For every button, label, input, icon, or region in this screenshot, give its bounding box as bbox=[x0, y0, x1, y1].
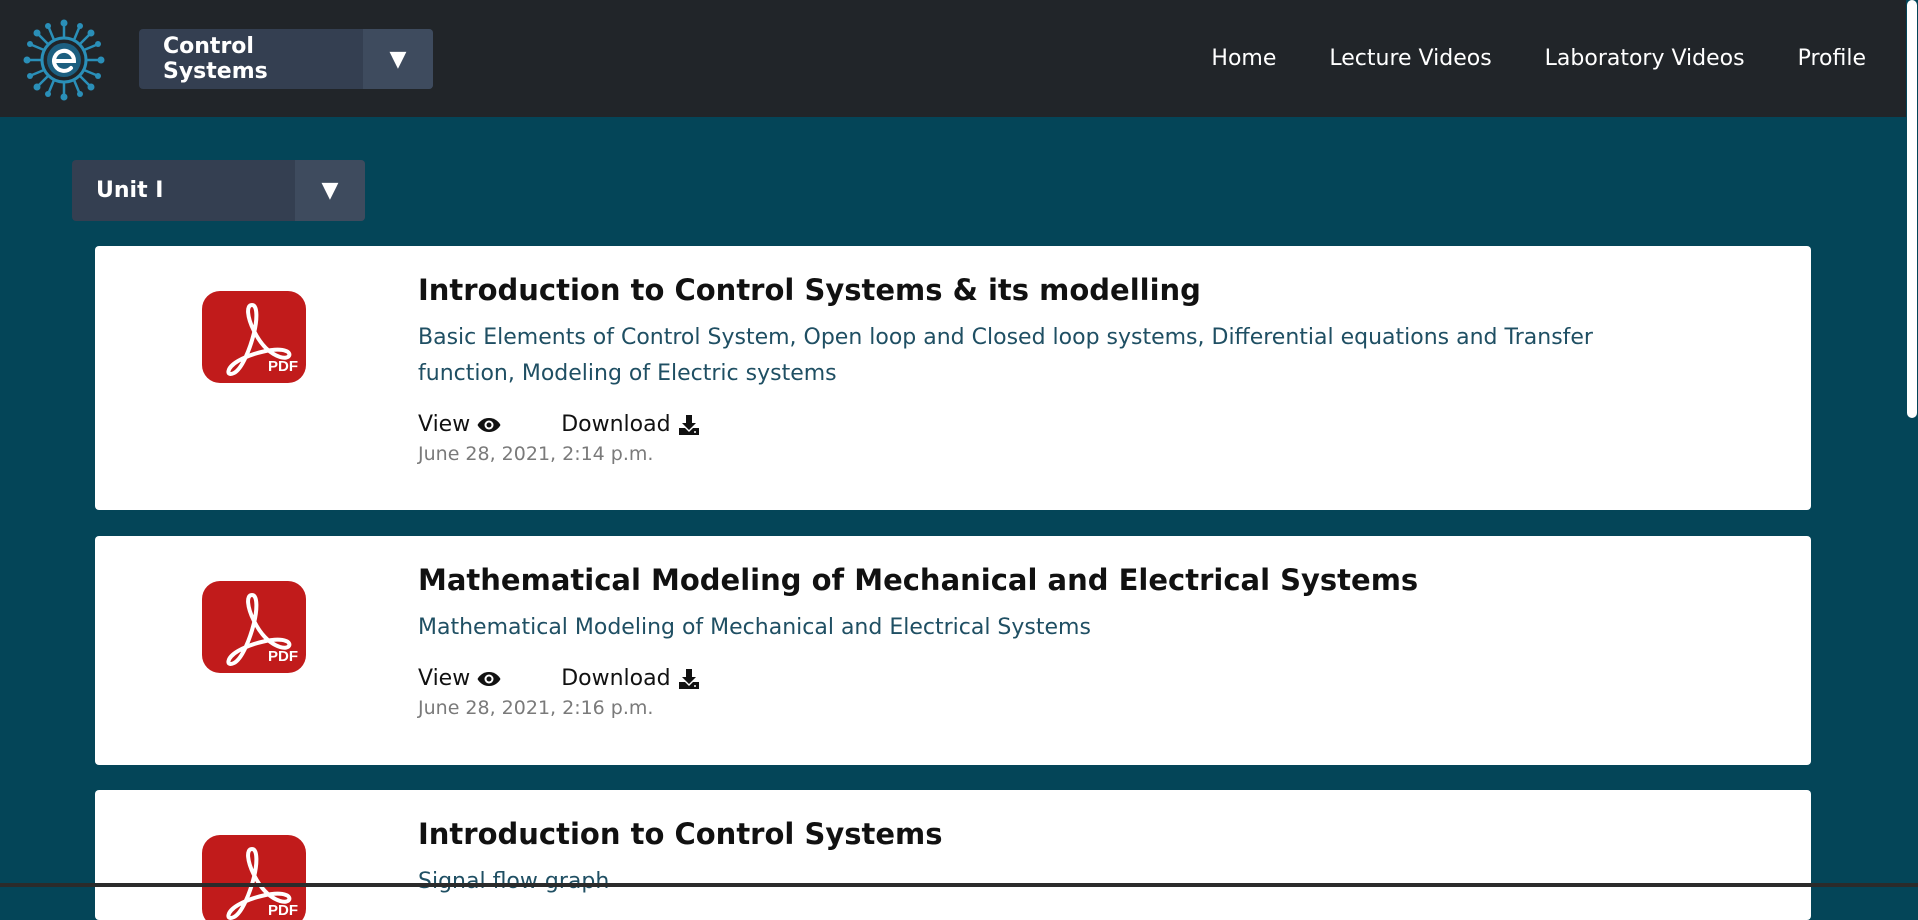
nav-lecture-videos-link[interactable]: Lecture Videos bbox=[1329, 46, 1491, 71]
chevron-down-icon[interactable]: ▼ bbox=[363, 29, 433, 89]
unit-select-value: Unit I bbox=[72, 160, 295, 221]
nav-home-link[interactable]: Home bbox=[1211, 46, 1276, 71]
document-card: PDF Mathematical Modeling of Mechanical … bbox=[95, 536, 1811, 765]
pdf-icon: PDF bbox=[202, 291, 306, 383]
scrollbar-thumb[interactable] bbox=[1907, 0, 1917, 418]
view-label: View bbox=[418, 412, 470, 437]
eye-icon bbox=[477, 417, 501, 433]
document-card-body: Introduction to Control Systems & its mo… bbox=[418, 268, 1681, 465]
main-nav: Home Lecture Videos Laboratory Videos Pr… bbox=[1211, 0, 1866, 117]
pdf-icon: PDF bbox=[202, 581, 306, 673]
download-link[interactable]: Download bbox=[561, 412, 699, 437]
bottom-edge bbox=[0, 883, 1918, 887]
subject-select-value: Control Systems bbox=[139, 29, 363, 89]
document-date: June 28, 2021, 2:14 p.m. bbox=[418, 443, 1681, 465]
view-label: View bbox=[418, 666, 470, 691]
document-card: PDF Introduction to Control Systems Sign… bbox=[95, 790, 1811, 920]
top-navbar: Control Systems ▼ Home Lecture Videos La… bbox=[0, 0, 1918, 117]
e-learning-logo-icon[interactable] bbox=[22, 18, 106, 102]
document-description: Mathematical Modeling of Mechanical and … bbox=[418, 610, 1681, 646]
download-icon bbox=[678, 668, 700, 690]
subject-select[interactable]: Control Systems ▼ bbox=[139, 29, 433, 89]
view-link[interactable]: View bbox=[418, 412, 501, 437]
document-description: Signal flow graph bbox=[418, 864, 1681, 900]
document-actions: View Download bbox=[418, 412, 1681, 437]
download-icon bbox=[678, 414, 700, 436]
chevron-down-icon[interactable]: ▼ bbox=[295, 160, 365, 221]
page-scrollbar[interactable] bbox=[1906, 0, 1918, 887]
document-card: PDF Introduction to Control Systems & it… bbox=[95, 246, 1811, 510]
nav-laboratory-videos-link[interactable]: Laboratory Videos bbox=[1545, 46, 1745, 71]
svg-text:PDF: PDF bbox=[268, 358, 298, 375]
download-label: Download bbox=[561, 412, 670, 437]
download-label: Download bbox=[561, 666, 670, 691]
document-title: Mathematical Modeling of Mechanical and … bbox=[418, 558, 1681, 602]
pdf-icon: PDF bbox=[202, 835, 306, 920]
view-link[interactable]: View bbox=[418, 666, 501, 691]
document-date: June 28, 2021, 2:16 p.m. bbox=[418, 697, 1681, 719]
document-actions: View Download bbox=[418, 666, 1681, 691]
svg-text:PDF: PDF bbox=[268, 648, 298, 665]
download-link[interactable]: Download bbox=[561, 666, 699, 691]
document-description: Basic Elements of Control System, Open l… bbox=[418, 320, 1681, 392]
svg-text:PDF: PDF bbox=[268, 902, 298, 919]
document-title: Introduction to Control Systems bbox=[418, 812, 1681, 856]
eye-icon bbox=[477, 671, 501, 687]
unit-select[interactable]: Unit I ▼ bbox=[72, 160, 365, 221]
document-title: Introduction to Control Systems & its mo… bbox=[418, 268, 1681, 312]
nav-profile-link[interactable]: Profile bbox=[1798, 46, 1866, 71]
document-card-body: Mathematical Modeling of Mechanical and … bbox=[418, 558, 1681, 719]
